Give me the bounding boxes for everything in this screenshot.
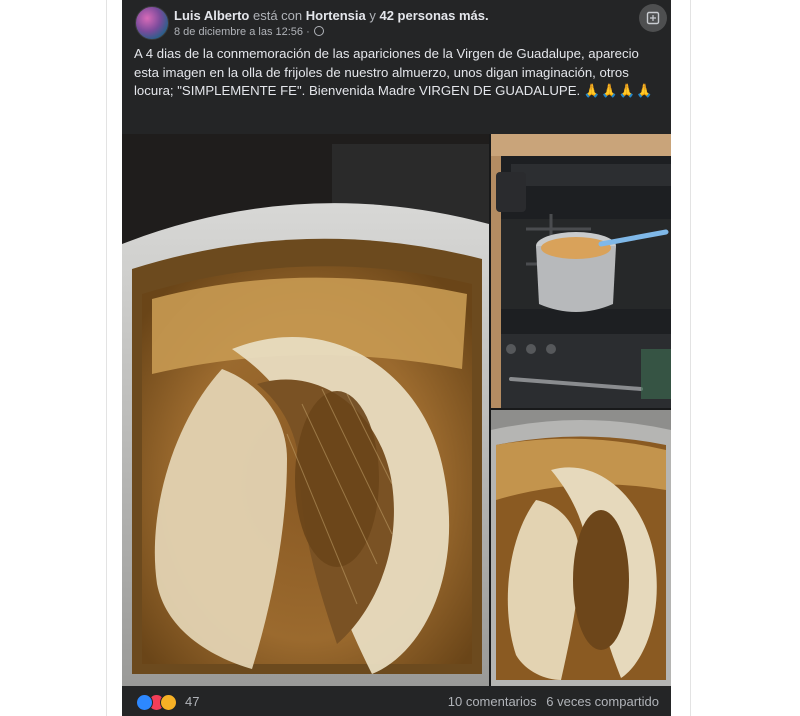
tagged-friend[interactable]: Hortensia	[306, 8, 366, 23]
globe-icon	[313, 26, 324, 36]
haha-icon	[160, 694, 177, 711]
like-icon	[136, 694, 153, 711]
post-text: A 4 dias de la conmemoración de las apar…	[134, 45, 654, 101]
facebook-post: Luis Alberto está con Hortensia y 42 per…	[122, 0, 671, 716]
praying-hands-icon: 🙏🙏🙏🙏	[583, 83, 654, 98]
reaction-count[interactable]: 47	[185, 694, 199, 709]
tagged-others[interactable]: 42 personas más.	[379, 8, 488, 23]
shares-count[interactable]: 6 veces compartido	[546, 694, 659, 709]
photo-stove-with-pot[interactable]	[491, 134, 671, 408]
and-connector: y	[369, 8, 376, 23]
post-options-button[interactable]	[639, 4, 667, 32]
post-meta: 8 de diciembre a las 12:56 ·	[174, 26, 324, 38]
comments-count[interactable]: 10 comentarios	[448, 694, 537, 709]
photo-grid	[122, 134, 671, 686]
engagement-stats: 10 comentarios 6 veces compartido	[448, 694, 659, 709]
author-line: Luis Alberto está con Hortensia y 42 per…	[174, 8, 489, 23]
photo-bean-pot-detail[interactable]	[491, 410, 671, 686]
post-timestamp[interactable]: 8 de diciembre a las 12:56 ·	[174, 26, 310, 38]
post-header: Luis Alberto está con Hortensia y 42 per…	[122, 0, 671, 44]
photo-bean-pot-closeup[interactable]	[122, 134, 489, 686]
post-body: A 4 dias de la conmemoración de las apar…	[134, 46, 639, 98]
expand-icon	[646, 11, 660, 25]
page-divider-right	[690, 0, 691, 716]
author-name[interactable]: Luis Alberto	[174, 8, 249, 23]
page-divider-left	[106, 0, 107, 716]
post-footer: 47 10 comentarios 6 veces compartido	[122, 688, 671, 716]
author-avatar[interactable]	[135, 6, 169, 40]
with-connector: está con	[252, 8, 303, 23]
